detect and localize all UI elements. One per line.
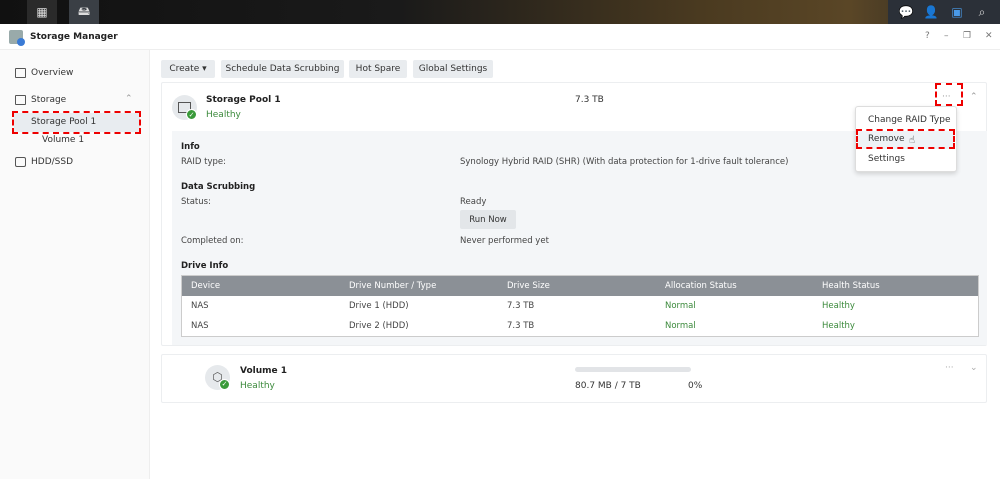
sidebar-label: Overview — [31, 68, 74, 78]
menu-item-change-raid-type[interactable]: Change RAID Type — [868, 115, 950, 125]
pointer-cursor-icon: ☝ — [909, 135, 916, 146]
pool-size: 7.3 TB — [575, 95, 604, 105]
sidebar-label: Storage — [31, 95, 67, 105]
volume-percent: 0% — [688, 381, 703, 391]
cell-size: 7.3 TB — [507, 301, 535, 311]
column-header[interactable]: Drive Size — [498, 276, 656, 296]
volume-usage: 80.7 MB / 7 TB — [575, 381, 641, 391]
chevron-up-icon[interactable]: ⌃ — [125, 94, 133, 104]
hdd-icon — [15, 157, 26, 167]
table-row[interactable]: NAS Drive 1 (HDD) 7.3 TB Normal Healthy — [182, 296, 978, 316]
sidebar-item-storage[interactable]: Storage — [15, 95, 66, 105]
menu-item-settings[interactable]: Settings — [868, 154, 905, 164]
healthy-check-icon: ✓ — [186, 109, 197, 120]
sidebar-label: Storage Pool 1 — [31, 117, 97, 127]
search-icon[interactable]: ⌕ — [967, 0, 997, 24]
healthy-check-icon: ✓ — [219, 379, 230, 390]
sidebar-label: HDD/SSD — [31, 157, 74, 167]
raid-label: RAID type: — [181, 157, 226, 167]
global-settings-button[interactable]: Global Settings — [413, 60, 493, 78]
table-header: Device Drive Number / Type Drive Size Al… — [182, 276, 978, 296]
expand-chevron-icon[interactable]: ⌄ — [970, 363, 978, 373]
volume-icon: ⬡ ✓ — [205, 365, 230, 390]
more-options-menu: Change RAID Type Remove ☝ Settings — [855, 106, 957, 172]
app-icon — [9, 30, 25, 46]
window-title: Storage Manager — [30, 32, 118, 42]
volume-status: Healthy — [240, 381, 275, 391]
table-row[interactable]: NAS Drive 2 (HDD) 7.3 TB Normal Healthy — [182, 316, 978, 336]
sidebar-item-volume-1[interactable]: Volume 1 — [42, 135, 84, 145]
run-now-button[interactable]: Run Now — [460, 210, 516, 229]
cell-allocation: Normal — [665, 321, 696, 331]
usage-progress-bar — [575, 367, 691, 372]
storage-icon — [15, 95, 26, 105]
cell-drive: Drive 2 (HDD) — [349, 321, 409, 331]
schedule-scrubbing-button[interactable]: Schedule Data Scrubbing — [221, 60, 344, 78]
cell-device: NAS — [191, 321, 209, 331]
column-header[interactable]: Device — [182, 276, 340, 296]
collapse-chevron-icon[interactable]: ⌃ — [970, 92, 978, 102]
sidebar: Overview Storage ⌃ Storage Pool 1 Volume… — [0, 50, 150, 479]
drive-table: Device Drive Number / Type Drive Size Al… — [181, 275, 979, 337]
help-button[interactable]: ? — [925, 31, 930, 41]
completed-value: Never performed yet — [460, 236, 549, 246]
menu-item-remove[interactable]: Remove — [868, 134, 905, 144]
close-button[interactable]: ✕ — [985, 31, 993, 41]
taskbar: ▦ 🖴 💬 👤 ▣ ⌕ — [0, 0, 1000, 24]
scrubbing-heading: Data Scrubbing — [181, 182, 256, 192]
restore-button[interactable]: ❐ — [963, 31, 971, 41]
completed-label: Completed on: — [181, 236, 244, 246]
column-header[interactable]: Health Status — [813, 276, 978, 296]
pool-name: Storage Pool 1 — [206, 95, 281, 105]
main-menu-icon[interactable]: ▦ — [27, 0, 57, 24]
sidebar-item-overview[interactable]: Overview — [15, 68, 73, 78]
cell-size: 7.3 TB — [507, 321, 535, 331]
status-label: Status: — [181, 197, 211, 207]
status-value: Ready — [460, 197, 487, 207]
volume-card[interactable]: ⬡ ✓ Volume 1 Healthy 80.7 MB / 7 TB 0% ··… — [161, 354, 987, 403]
more-options-button[interactable]: ··· — [942, 92, 951, 102]
storage-manager-icon[interactable]: 🖴 — [69, 0, 99, 24]
cell-device: NAS — [191, 301, 209, 311]
info-heading: Info — [181, 142, 200, 152]
sidebar-item-hdd-ssd[interactable]: HDD/SSD — [15, 157, 73, 167]
create-button[interactable]: Create ▾ — [161, 60, 215, 78]
sidebar-item-storage-pool-1[interactable]: Storage Pool 1 — [14, 113, 140, 132]
drive-info-heading: Drive Info — [181, 261, 229, 271]
minimize-button[interactable]: – — [944, 31, 949, 41]
raid-value: Synology Hybrid RAID (SHR) (With data pr… — [460, 157, 789, 167]
cell-drive: Drive 1 (HDD) — [349, 301, 409, 311]
column-header[interactable]: Drive Number / Type — [340, 276, 498, 296]
cell-health: Healthy — [822, 301, 855, 311]
cell-allocation: Normal — [665, 301, 696, 311]
hot-spare-button[interactable]: Hot Spare — [349, 60, 407, 78]
volume-more-button[interactable]: ··· — [945, 363, 954, 373]
storage-pool-icon: ✓ — [172, 95, 197, 120]
volume-name: Volume 1 — [240, 366, 288, 376]
cell-health: Healthy — [822, 321, 855, 331]
window-titlebar: Storage Manager ? – ❐ ✕ — [0, 24, 1000, 50]
column-header[interactable]: Allocation Status — [656, 276, 813, 296]
pool-status: Healthy — [206, 110, 241, 120]
overview-icon — [15, 68, 26, 78]
